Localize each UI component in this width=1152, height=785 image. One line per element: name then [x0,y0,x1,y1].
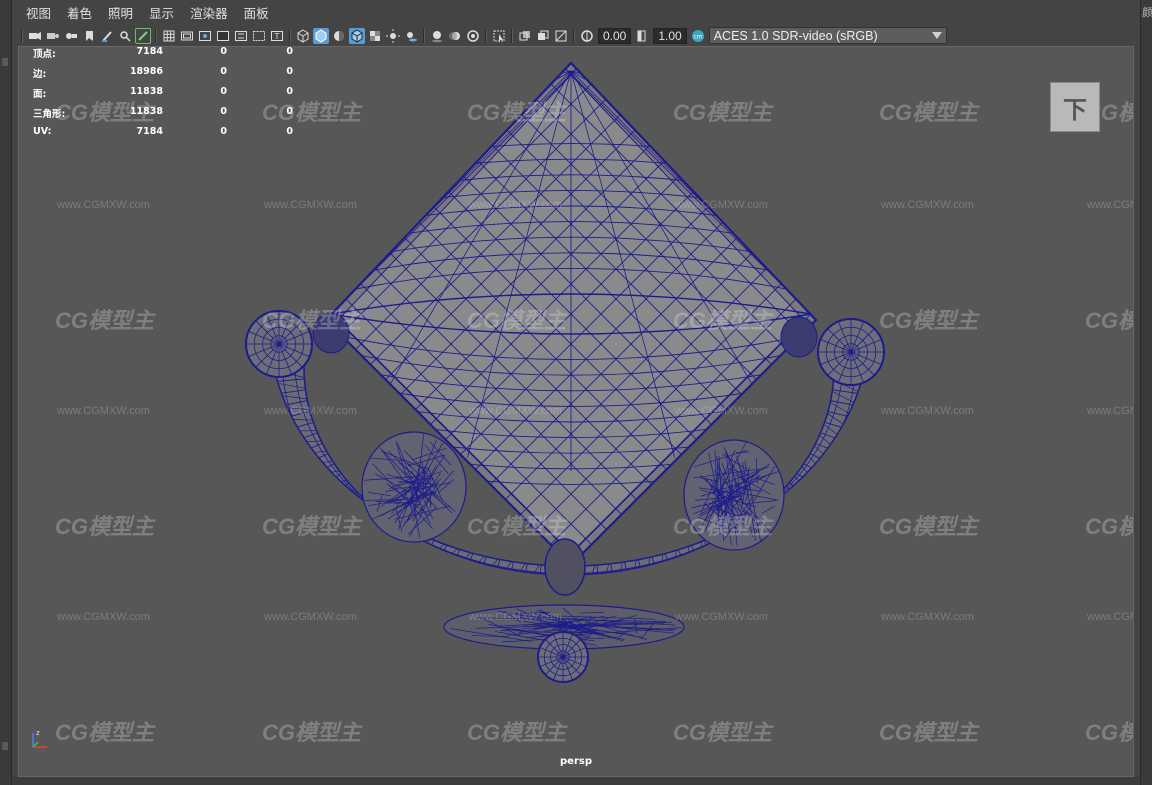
backface-culling-icon[interactable] [553,28,569,44]
hud-value: 7184 [136,126,163,137]
color-management-icon[interactable]: cm [690,28,706,44]
exposure-icon[interactable] [579,28,595,44]
hud-value: 18986 [129,66,163,77]
hud-row-triangles: 三角形: 11838 0 0 [33,106,293,126]
default-material-icon[interactable] [331,28,347,44]
hud-value: 0 [286,106,293,117]
view-cube[interactable]: 下 [1050,82,1100,132]
hud-label: 顶点: [33,49,56,60]
safe-action-icon[interactable] [251,28,267,44]
panel-toolbar: T 0.00 1.00 cm ACES 1.0 SDR-video (sRGB) [12,25,1140,46]
hud-value: 0 [286,46,293,57]
gamma-icon[interactable] [634,28,650,44]
color-space-dropdown[interactable]: ACES 1.0 SDR-video (sRGB) [708,27,947,44]
film-gate-icon[interactable] [179,28,195,44]
field-chart-icon[interactable] [233,28,249,44]
camera-name-label: persp [560,756,592,767]
menu-lighting[interactable]: 照明 [108,3,133,22]
hud-row-uvs: UV: 7184 0 0 [33,126,293,146]
chevron-down-icon [931,32,942,39]
smooth-shade-icon[interactable] [313,27,329,44]
resolution-gate-icon[interactable] [197,28,213,44]
menu-renderer[interactable]: 渲染器 [190,3,228,22]
hud-value: 0 [286,86,293,97]
svg-text:cm: cm [693,33,702,40]
menu-shading[interactable]: 着色 [67,3,92,22]
screen-space-ao-icon[interactable] [429,28,445,44]
view-cube-face-label: 下 [1063,95,1087,124]
hud-value: 7184 [136,46,163,57]
toolbar-separator [511,28,513,43]
exposure-field[interactable]: 0.00 [598,27,632,44]
xray-icon[interactable] [517,28,533,44]
lights-icon[interactable] [385,28,401,44]
textured-icon[interactable] [367,28,383,44]
wire-edge [283,430,325,432]
wireframe-on-shaded-icon[interactable] [349,27,365,44]
camera-attr-icon[interactable] [45,28,61,44]
panel-menubar: 视图 着色 照明 显示 渲染器 面板 [12,0,1140,25]
grid-icon[interactable] [161,28,177,44]
wireframe-icon[interactable] [295,28,311,44]
hud-value: 11838 [129,106,163,117]
menu-panels[interactable]: 面板 [244,3,269,22]
right-panel-tab[interactable]: 颜 [1142,4,1152,20]
toolbar-separator [21,28,23,43]
hud-label: 边: [33,69,47,80]
svg-text:z: z [36,729,40,737]
motion-blur-icon[interactable] [447,28,463,44]
2d-pan-zoom-icon[interactable] [117,28,133,44]
bookmark-icon[interactable] [63,28,79,44]
hud-row-faces: 面: 11838 0 0 [33,86,293,106]
hud-value: 0 [220,66,227,77]
isolate-select-icon[interactable] [491,28,507,44]
panel-collapse-handle[interactable] [2,58,8,66]
image-plane-icon[interactable] [81,28,97,44]
shadows-icon[interactable] [403,28,419,44]
poly-count-hud: 顶点: 7184 0 0 边: 18986 0 0 面: 11838 0 0 三… [33,46,293,146]
gamma-field[interactable]: 1.00 [653,27,687,44]
safe-title-icon[interactable]: T [269,28,285,44]
panel-collapse-handle-bottom[interactable] [2,742,8,750]
viewport-bottom-bar [12,777,1140,785]
hud-value: 0 [286,66,293,77]
right-panel-edge: 颜 [1140,0,1152,785]
axis-gizmo-icon: z [32,729,47,748]
hud-value: 0 [220,126,227,137]
hud-row-edges: 边: 18986 0 0 [33,66,293,86]
viewport-panel[interactable]: CG模型主CG模型主CG模型主CG模型主CG模型主CG模型主CG模型主CG模型主… [18,46,1134,777]
camera-select-icon[interactable] [27,28,43,44]
hud-row-vertices: 顶点: 7184 0 0 [33,46,293,66]
hud-value: 0 [220,86,227,97]
toolbar-separator [155,28,157,43]
hud-value: 0 [220,46,227,57]
toolbar-separator [289,28,291,43]
svg-text:T: T [274,32,280,41]
color-space-value: ACES 1.0 SDR-video (sRGB) [713,28,878,43]
hud-label: UV: [33,126,52,137]
toolbar-separator [423,28,425,43]
gate-mask-icon[interactable] [215,28,231,44]
anti-alias-icon[interactable] [465,28,481,44]
wireframe-model[interactable] [19,47,1134,777]
hud-value: 11838 [129,86,163,97]
menu-view[interactable]: 视图 [26,3,51,22]
grease-pencil-active-icon[interactable] [135,27,151,44]
hud-value: 0 [220,106,227,117]
xray-active-components-icon[interactable] [535,28,551,44]
left-panel-edge [0,0,12,785]
toolbar-separator [573,28,575,43]
grease-pencil-icon[interactable] [99,28,115,44]
menu-show[interactable]: 显示 [149,3,174,22]
hud-label: 三角形: [33,109,66,120]
hud-label: 面: [33,89,47,100]
toolbar-separator [485,28,487,43]
hud-value: 0 [286,126,293,137]
